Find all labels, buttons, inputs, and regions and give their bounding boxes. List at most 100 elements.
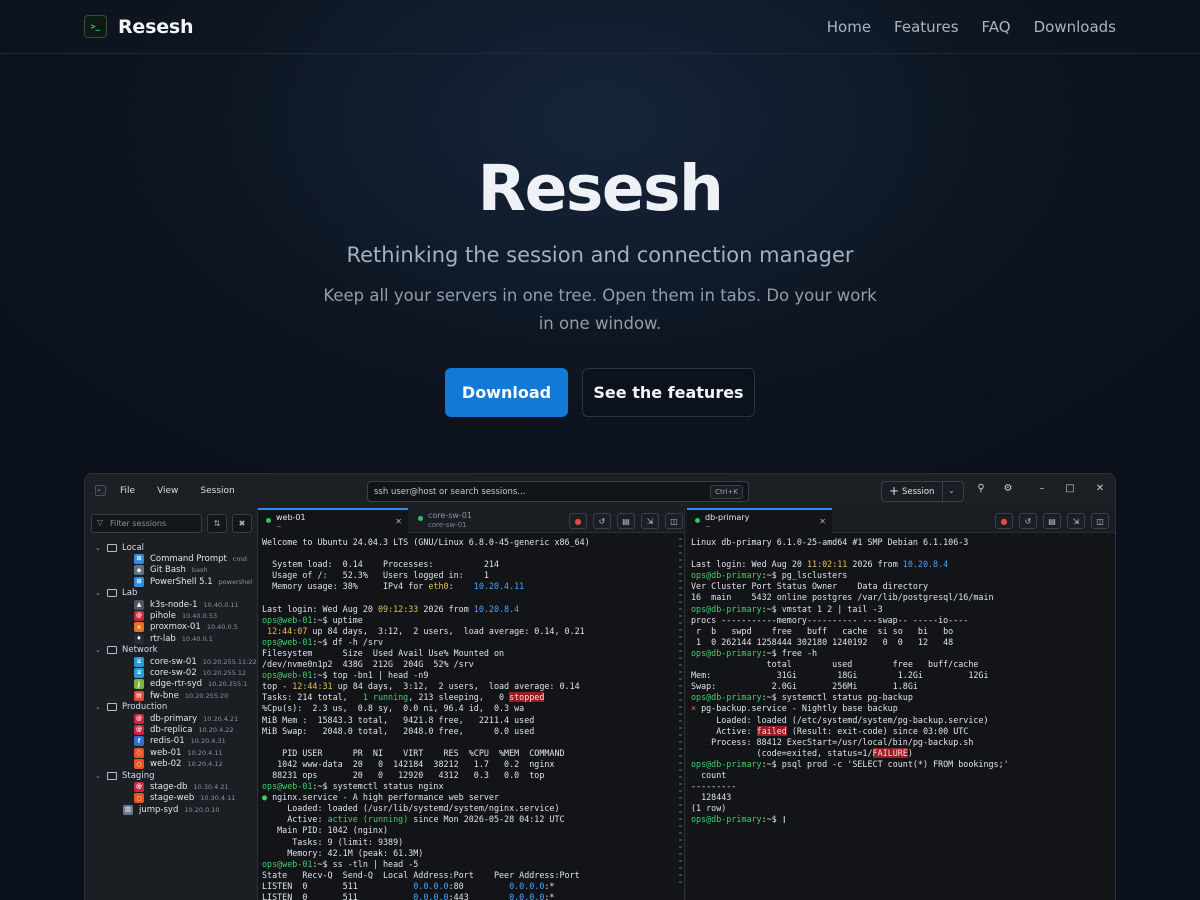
tree-item-stage-web[interactable]: ○ stage-web 10.30.4.11 (134, 793, 235, 804)
firewall-icon: ▤ (134, 690, 144, 701)
terminal-output-web-01[interactable]: Welcome to Ubuntu 24.04.3 LTS (GNU/Linux… (262, 537, 676, 900)
minimize-icon[interactable]: – (1035, 483, 1049, 494)
tree-group-lab[interactable]: ⌄ Lab (95, 588, 137, 599)
tree-item-core-sw-02[interactable]: ≡ core-sw-02 10.20.255.12 (134, 667, 246, 678)
tree-item-db-primary[interactable]: @ db-primary 10.20.4.21 (134, 713, 238, 724)
folder-icon[interactable]: ◫ (665, 513, 683, 529)
quick-connect-search[interactable]: ssh user@host or search sessions... Ctrl… (367, 481, 749, 502)
nav-link-faq[interactable]: FAQ (982, 18, 1011, 36)
tree-item-pihole[interactable]: @ pihole 10.40.0.53 (134, 610, 217, 621)
tree-item-redis-01[interactable]: f redis-01 10.20.4.31 (134, 736, 226, 747)
download-button[interactable]: Download (445, 368, 568, 417)
terminal-output-db-primary[interactable]: Linux db-primary 6.1.0-25-amd64 #1 SMP D… (691, 537, 1109, 900)
tab-web-01[interactable]: web-01 ~ ✕ (258, 508, 408, 533)
tree-group-network[interactable]: ⌄ Network (95, 645, 158, 656)
tree-item-jump-syd[interactable]: ▥ jump-syd 10.20.0.10 (123, 804, 220, 815)
tree-item-edge-rtr-syd[interactable]: Jedge-rtr-syd 10.20.255.1 (134, 679, 247, 690)
pin-icon[interactable]: ⚲ (974, 483, 988, 494)
chevron-down-icon[interactable]: ⌄ (95, 703, 107, 711)
tree-item-db-replica[interactable]: @ db-replica 10.20.4.22 (134, 724, 234, 735)
menu-file[interactable]: File (120, 486, 135, 496)
tree-item-proxmox-01[interactable]: × proxmox-01 10.40.0.5 (134, 622, 238, 633)
tree-item-web-01[interactable]: ○ web-01 10.20.4.11 (134, 747, 223, 758)
close-tab-icon[interactable]: ✕ (819, 517, 826, 526)
session-name: db-replica (150, 724, 193, 735)
sftp-icon[interactable]: ⇲ (641, 513, 659, 529)
tree-item-PowerShell 5.1[interactable]: ⊞ PowerShell 5.1 powershel (134, 576, 252, 587)
tree-item-rtr-lab[interactable]: ♦ rtr-lab 10.40.0.1 (134, 633, 213, 644)
folder-icon[interactable]: ◫ (1091, 513, 1109, 529)
chevron-down-icon[interactable]: ⌄ (95, 772, 107, 780)
tab-bar-right: db-primary ~ ✕ ● ↺ ▤ ⇲ ◫ (687, 508, 1115, 533)
session-name: core-sw-01 (150, 656, 197, 667)
terminal-text: :~$ psql prod -c 'SELECT count(*) FROM b… (761, 758, 1009, 769)
terminal-line: Last login: Wed Aug 20 09:12:33 2026 fro… (262, 604, 676, 615)
tree-item-core-sw-01[interactable]: ≡ core-sw-01 10.20.255.11:22 (134, 656, 257, 667)
menu-session[interactable]: Session (200, 486, 234, 496)
maximize-icon[interactable]: □ (1063, 483, 1077, 494)
nav-link-downloads[interactable]: Downloads (1034, 18, 1116, 36)
scroll-tick (679, 825, 682, 827)
sort-icon[interactable]: ⇅ (207, 514, 227, 533)
terminal-text: Process: 88412 ExecStart=/usr/local/bin/… (691, 736, 974, 747)
session-name: stage-web (150, 793, 195, 804)
history-icon[interactable]: ↺ (593, 513, 611, 529)
chevron-down-icon[interactable]: ⌄ (95, 544, 107, 552)
chevron-down-icon[interactable]: ⌄ (95, 646, 107, 654)
tree-group-local[interactable]: ⌄ Local (95, 542, 144, 553)
terminal-text: Active: (691, 725, 757, 736)
nav-link-features[interactable]: Features (894, 18, 959, 36)
scroll-tick (679, 804, 682, 806)
tab-db-primary[interactable]: db-primary ~ ✕ (687, 508, 832, 533)
history-icon[interactable]: ↺ (1019, 513, 1037, 529)
collapse-all-icon[interactable]: ✖ (232, 514, 252, 533)
terminal-text: failed (756, 725, 787, 736)
menu-view[interactable]: View (157, 486, 178, 496)
brand[interactable]: >_ Resesh (84, 15, 194, 38)
tab-core-sw-01[interactable]: core-sw-01 core-sw-01 (410, 508, 540, 533)
sftp-icon[interactable]: ⇲ (1067, 513, 1085, 529)
scroll-tick (679, 629, 682, 631)
terminal-text: ops@db-primary (691, 814, 762, 825)
close-tab-icon[interactable]: ✕ (395, 517, 402, 526)
terminal-text: Usage of /: 52.3% Users logged in: 1 (262, 570, 489, 581)
see-features-button[interactable]: See the features (582, 368, 755, 417)
scroll-tick (679, 699, 682, 701)
tree-group-production[interactable]: ⌄ Production (95, 702, 167, 713)
scroll-tick (679, 657, 682, 659)
terminal-text: : (448, 581, 474, 592)
snippets-icon[interactable]: ▤ (617, 513, 635, 529)
terminal-line: Welcome to Ubuntu 24.04.3 LTS (GNU/Linux… (262, 537, 676, 548)
close-icon[interactable]: ✕ (1093, 483, 1107, 494)
chevron-down-icon[interactable]: ⌄ (948, 486, 955, 495)
scroll-tick (679, 636, 682, 638)
terminal-text: ops@db-primary (691, 570, 762, 581)
filter-sessions-input[interactable]: ▽ Filter sessions (91, 514, 202, 533)
snippets-icon[interactable]: ▤ (1043, 513, 1061, 529)
record-icon[interactable]: ● (995, 513, 1013, 529)
nav-link-home[interactable]: Home (827, 18, 871, 36)
scroll-tick (679, 734, 682, 736)
terminal-text: up 84 days, 3:12, 2 users, load average:… (332, 681, 580, 692)
new-session-button[interactable]: + Session ⌄ (881, 481, 964, 502)
terminal-line: (code=exited, status=1/FAILURE) (691, 747, 1109, 759)
scroll-tick (679, 573, 682, 575)
terminal-line: 16 main 5432 online postgres /var/lib/po… (691, 592, 1109, 603)
session-name: pihole (150, 610, 176, 621)
terminal-line: Ver Cluster Port Status Owner Data direc… (691, 581, 1109, 592)
terminal-line: MiB Swap: 2048.0 total, 2048.0 free, 0.0… (262, 726, 676, 737)
tree-item-k3s-node-1[interactable]: ▲ k3s-node-1 10.40.0.11 (134, 599, 239, 610)
tree-item-web-02[interactable]: ○ web-02 10.20.4.12 (134, 759, 223, 770)
chevron-down-icon[interactable]: ⌄ (95, 589, 107, 597)
terminal-scrollbar[interactable] (679, 538, 682, 900)
record-icon[interactable]: ● (569, 513, 587, 529)
gear-icon[interactable]: ⚙ (1001, 483, 1015, 494)
terminal-text: :80 (448, 880, 510, 891)
tree-group-staging[interactable]: ⌄ Staging (95, 770, 154, 781)
terminal-text: 128443 (691, 792, 732, 803)
terminal-text: up 84 days, 3:12, 2 users, load average:… (312, 625, 585, 636)
tree-item-Command Prompt[interactable]: ⊞ Command Prompt cmd (134, 553, 247, 564)
tree-item-stage-db[interactable]: @ stage-db 10.30.4.21 (134, 781, 229, 792)
tree-item-fw-bne[interactable]: ▤ fw-bne 10.20.255.20 (134, 690, 228, 701)
tree-item-Git Bash[interactable]: ◆ Git Bash bash (134, 565, 207, 576)
